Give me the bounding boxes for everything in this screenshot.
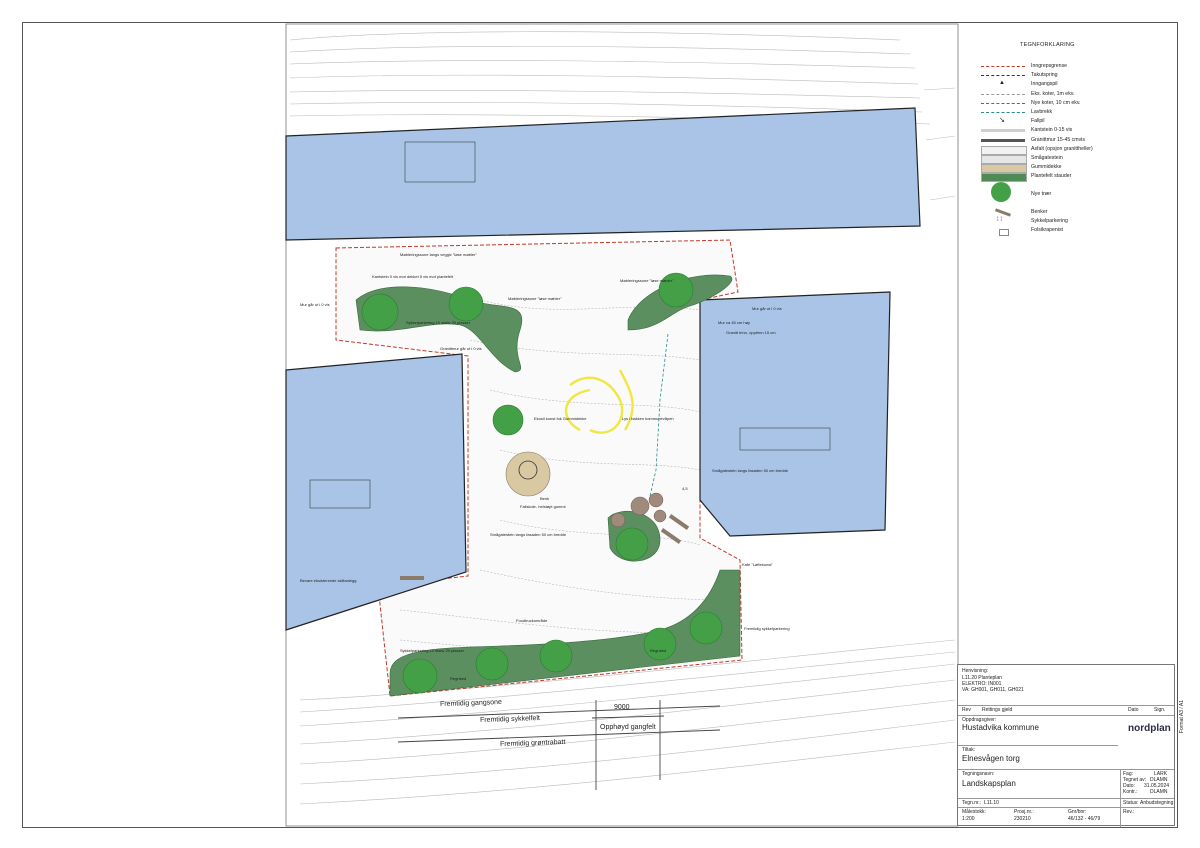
plan-label-regnbed-l: Regnbed bbox=[450, 676, 467, 681]
status-value: Anbudstegning bbox=[1140, 800, 1174, 806]
rev-desc-header: Rettings gjeld bbox=[982, 707, 1013, 713]
drawing-number: L11.10 bbox=[984, 800, 999, 806]
legend-label: Benker bbox=[1031, 208, 1048, 215]
drawing-sheet: Møbleringssone langs veggiv "løse møbler… bbox=[0, 0, 1200, 848]
legend-symbol bbox=[999, 229, 1009, 236]
plan-label-kafe: Kafé "Løftekunst" bbox=[742, 562, 773, 567]
plan-label-mur-right2: Mur går ut i 0 vis bbox=[752, 306, 782, 311]
legend-label: Inngrepsgrense bbox=[1031, 63, 1068, 69]
plan-label-regnbed-r: Regnbed bbox=[650, 648, 667, 653]
scale-label: Målestokk: bbox=[962, 809, 986, 815]
plan-label-bike-top: Sykkelparkering 10 stativ 20 plasser bbox=[406, 320, 471, 325]
plan-label-bevare: Bevare eksisterende skiltanlegg bbox=[300, 578, 357, 583]
checked-label: Kontr.: bbox=[1123, 789, 1138, 795]
legend-label: Takutspring bbox=[1031, 72, 1058, 79]
plan-label-sykkel-right: Fremtidig sykkelparkering bbox=[744, 626, 790, 631]
legend-label: Sykkelparkering bbox=[1031, 217, 1068, 224]
legend-symbol bbox=[981, 138, 1025, 142]
scale-value: 1:200 bbox=[962, 816, 975, 822]
plan-label-top-zone: Møbleringssone langs veggiv "løse møbler… bbox=[400, 252, 477, 257]
legend-label: Nye trær bbox=[1031, 190, 1052, 197]
legend-item: Folsikrapenist bbox=[981, 226, 1165, 236]
plan-label-kantstein-top: Kantstein 0 vis mot dekket 5 vis mot pla… bbox=[372, 274, 454, 279]
property-value: 46/132 - 46/79 bbox=[1068, 816, 1101, 822]
plan-label-mur-right: Mur ca 45 cm høy bbox=[718, 320, 751, 325]
plan-label-mob-left: Møbleringssone "løse møbler" bbox=[508, 296, 562, 301]
legend-symbol bbox=[994, 207, 1012, 217]
plan-label-falleskole: Fallskole- helstøpt gummi bbox=[520, 504, 566, 509]
format-label: Format A3 / A1 bbox=[1179, 700, 1185, 734]
company-logo: nordplan bbox=[1128, 723, 1171, 734]
client-name: Hustadvika kommune bbox=[962, 723, 1039, 732]
plan-label-dim: 9000 bbox=[614, 704, 630, 711]
legend-symbol bbox=[981, 102, 1025, 104]
legend-symbol bbox=[991, 181, 1011, 202]
rubber-surface bbox=[505, 451, 551, 497]
legend-symbol bbox=[981, 93, 1025, 95]
building-east bbox=[699, 291, 891, 537]
date-header: Dato bbox=[1128, 707, 1139, 713]
legend-label: Folsikrapenist bbox=[1031, 227, 1064, 233]
legend-label: Gummidekke bbox=[1031, 164, 1062, 171]
henvisning-line-3: VA: GH001, GH011, GH021 bbox=[962, 687, 1024, 693]
legend-label: Eks. koter, 1m ekv. bbox=[1031, 90, 1075, 97]
project-label: Tiltak: bbox=[962, 747, 976, 753]
legend-symbol bbox=[981, 129, 1025, 133]
legend-label: Lavbrekk bbox=[1031, 109, 1053, 115]
project-number-label: Prosj.nr.: bbox=[1014, 809, 1034, 815]
rev-header: Rev bbox=[962, 707, 971, 713]
status-label: Status: bbox=[1123, 800, 1139, 806]
legend-label: Granittmur 15-45 cmvis bbox=[1031, 136, 1085, 143]
legend-symbol bbox=[981, 75, 1025, 77]
legend-item: Nye trær bbox=[981, 181, 1165, 202]
plan-label-granitt-trinn: Granitt trinn, opptrinn 15 cm bbox=[726, 330, 776, 335]
legend-symbol bbox=[981, 112, 1025, 113]
plan-label-smaa-right: Smågatestein langs fasaden 50 cm bredde bbox=[712, 468, 789, 473]
plan-label-bench: Benk bbox=[540, 496, 550, 501]
plan-label-granitt-mid: Granittmur går ut i 0 vis bbox=[440, 346, 482, 351]
legend-label: Plantefelt stauder bbox=[1031, 173, 1072, 180]
plan-label-dim-small: 4,5 bbox=[682, 486, 688, 491]
drawing-number-label: Tegn.nr.: bbox=[962, 800, 982, 806]
legend-label: Kantstein 0-15 vis bbox=[1031, 127, 1073, 134]
title-block: Henvisning: L11.20 Planteplan ELEKTRO: I… bbox=[957, 664, 1175, 827]
revision-label: Rev.: bbox=[1123, 809, 1135, 815]
plan-label-bike-bottom: Sykkelparkering 10 stativ 20 plasser bbox=[400, 648, 465, 653]
drawing-name-label: Tegningsnavn: bbox=[962, 771, 995, 777]
legend-label: Fallpil bbox=[1031, 118, 1045, 125]
legend-label: Asfalt (opsjon granittheller) bbox=[1031, 145, 1093, 152]
legend-label: Inngangspil bbox=[1031, 81, 1058, 88]
project-name: Elnesvågen torg bbox=[962, 754, 1020, 763]
sign-header: Sign. bbox=[1154, 707, 1166, 713]
checked-by: DLAMN bbox=[1150, 789, 1168, 795]
legend-label: Smågatestein bbox=[1031, 155, 1063, 161]
drawing-name: Landskapsplan bbox=[962, 779, 1016, 788]
henvisning-label: Henvisning: bbox=[962, 668, 989, 674]
project-number: 230210 bbox=[1014, 816, 1031, 822]
plan-label-food: Foodtruckområde bbox=[516, 618, 548, 623]
legend-title: TEGNFORKLARING bbox=[1020, 42, 1075, 48]
plan-label-smaa-left: Smågatestein langs fasaden 50 cm bredde bbox=[490, 532, 567, 537]
plan-label-gangfelt: Opphøyd gangfelt bbox=[600, 724, 656, 731]
plan-label-mob-right: Møbleringssone "løse møbler" bbox=[620, 278, 674, 283]
plan-label-rubber: Ekosil kunst fok Gummidekke bbox=[534, 416, 587, 421]
plan-label-mur-left: Mur går ut i 0 vis bbox=[300, 302, 330, 307]
legend-symbol bbox=[981, 66, 1025, 67]
property-label: Gnr/bnr: bbox=[1068, 809, 1087, 815]
plan-label-lys: Lys i bakken kommunevåpen bbox=[622, 416, 674, 421]
legend-label: Nye koter, 10 cm ekv. bbox=[1031, 99, 1081, 106]
